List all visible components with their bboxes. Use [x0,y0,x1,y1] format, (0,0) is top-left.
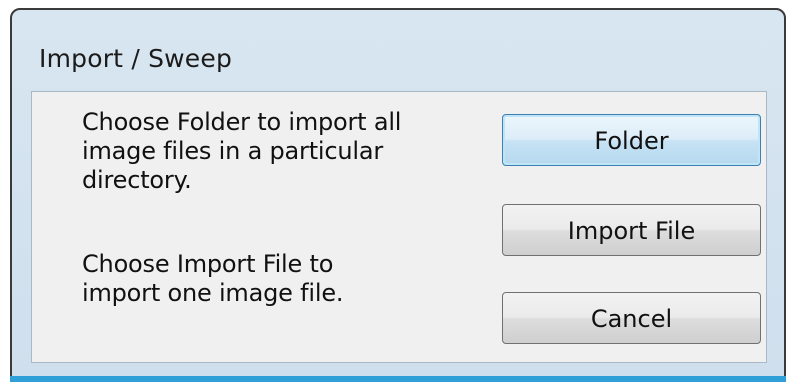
folder-instructions: Choose Folder to import all image files … [82,108,402,194]
folder-button[interactable]: Folder [502,114,761,166]
cancel-button[interactable]: Cancel [502,292,761,344]
import-file-instructions: Choose Import File to import one image f… [82,250,344,307]
import-file-button[interactable]: Import File [502,204,761,256]
dialog-title: Import / Sweep [39,44,233,73]
